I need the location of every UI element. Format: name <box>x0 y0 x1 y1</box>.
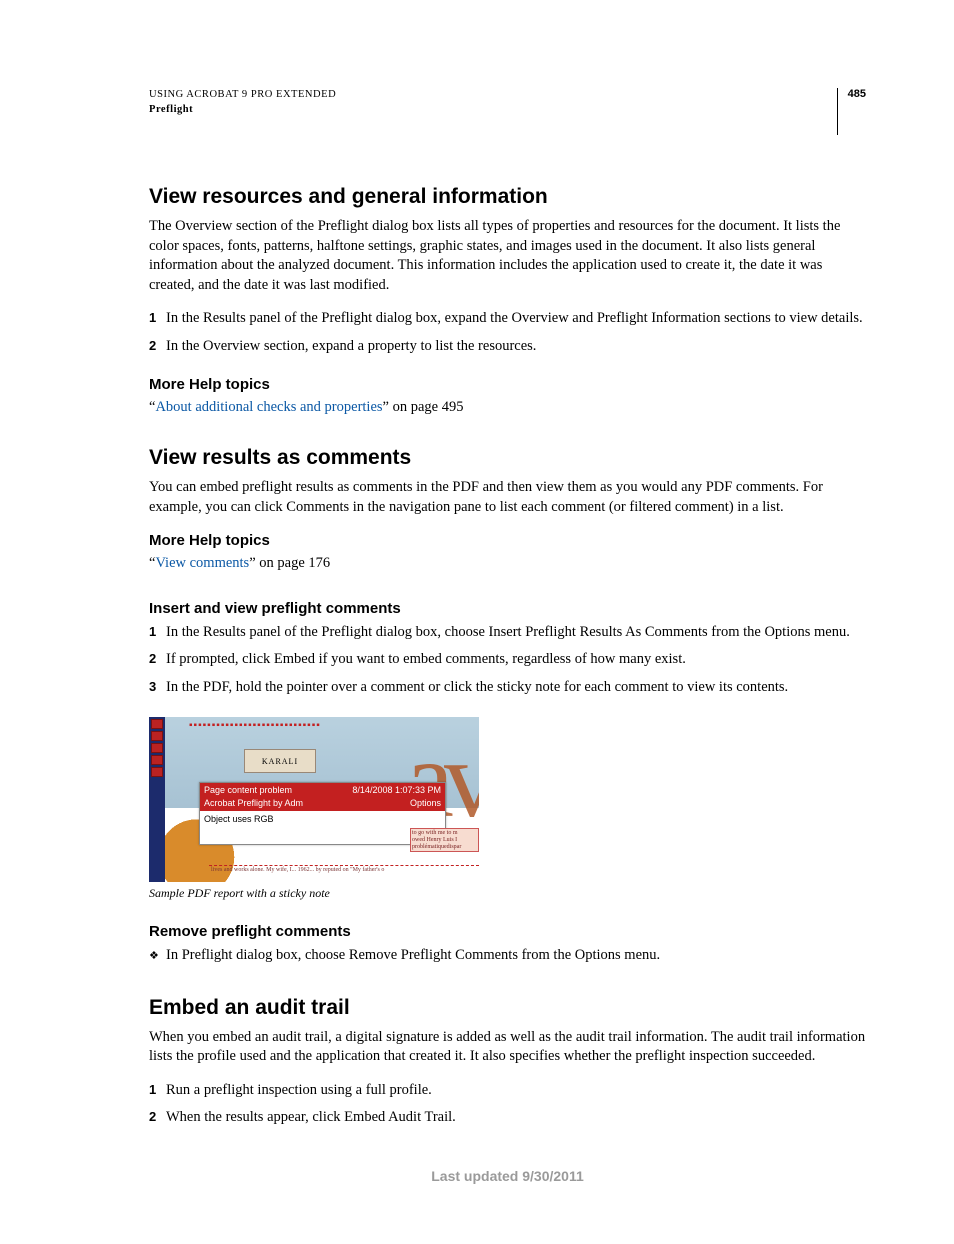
body-text: When you embed an audit trail, a digital… <box>149 1028 866 1067</box>
step-item: In the Results panel of the Preflight di… <box>149 309 866 329</box>
steps-list: Run a preflight inspection using a full … <box>149 1081 866 1128</box>
heading-view-resources: View resources and general information <box>149 185 866 209</box>
steps-list: In the Results panel of the Preflight di… <box>149 623 866 698</box>
header-doc-title: USING ACROBAT 9 PRO EXTENDED <box>149 88 837 103</box>
sample-pdf-figure: ▪▪▪▪▪▪▪▪▪▪▪▪▪▪▪▪▪▪▪▪▪▪▪▪▪▪▪▪▪ KARALI av … <box>149 717 479 882</box>
step-item: In the PDF, hold the pointer over a comm… <box>149 678 866 698</box>
xref-tail: ” on page 176 <box>249 555 330 571</box>
body-text: You can embed preflight results as comme… <box>149 478 866 517</box>
step-item: If prompted, click Embed if you want to … <box>149 650 866 670</box>
step-item: In the Overview section, expand a proper… <box>149 337 866 357</box>
step-item: When the results appear, click Embed Aud… <box>149 1108 866 1128</box>
popup-author: Acrobat Preflight by Adm <box>204 798 303 808</box>
figure-left-strip <box>149 717 165 882</box>
heading-view-results-comments: View results as comments <box>149 446 866 470</box>
sticky-note-popup: Page content problem 8/14/2008 1:07:33 P… <box>199 782 446 845</box>
header-left: USING ACROBAT 9 PRO EXTENDED Preflight <box>149 88 837 117</box>
more-help-heading: More Help topics <box>149 376 866 393</box>
figure-caption: Sample PDF report with a sticky note <box>149 886 866 901</box>
footer-updated: Last updated 9/30/2011 <box>149 1168 866 1184</box>
more-help-heading: More Help topics <box>149 532 866 549</box>
subheading-insert-view: Insert and view preflight comments <box>149 600 866 617</box>
header-section: Preflight <box>149 103 837 118</box>
section-view-results-comments: View results as comments You can embed p… <box>149 446 866 965</box>
steps-list: In the Results panel of the Preflight di… <box>149 309 866 356</box>
step-item: In the Results panel of the Preflight di… <box>149 623 866 643</box>
xref-tail: ” on page 495 <box>383 399 464 415</box>
heading-embed-audit: Embed an audit trail <box>149 996 866 1020</box>
xref-line: “About additional checks and properties”… <box>149 399 866 416</box>
popup-title: Page content problem <box>204 785 292 795</box>
popup-options: Options <box>410 798 441 808</box>
figure-logo-box: KARALI <box>244 749 316 773</box>
popup-content: Object uses RGB <box>200 811 445 844</box>
link-view-comments[interactable]: View comments <box>155 555 249 571</box>
xref-line: “View comments” on page 176 <box>149 555 866 572</box>
figure-bottom-text: lives and works alone. My wife, I... 196… <box>209 865 479 882</box>
bullet-item: In Preflight dialog box, choose Remove P… <box>149 946 866 966</box>
page: USING ACROBAT 9 PRO EXTENDED Preflight 4… <box>0 0 954 1244</box>
subheading-remove: Remove preflight comments <box>149 923 866 940</box>
step-item: Run a preflight inspection using a full … <box>149 1081 866 1101</box>
figure-top-marks: ▪▪▪▪▪▪▪▪▪▪▪▪▪▪▪▪▪▪▪▪▪▪▪▪▪▪▪▪▪ <box>189 720 321 731</box>
section-view-resources: View resources and general information T… <box>149 185 866 416</box>
page-header: USING ACROBAT 9 PRO EXTENDED Preflight 4… <box>149 88 866 135</box>
figure-side-text: to go with me to mowed Henry Luis Iprobl… <box>410 828 479 852</box>
popup-date: 8/14/2008 1:07:33 PM <box>352 785 441 795</box>
link-additional-checks[interactable]: About additional checks and properties <box>155 399 382 415</box>
page-number: 485 <box>837 88 866 135</box>
body-text: The Overview section of the Preflight di… <box>149 217 866 295</box>
section-embed-audit: Embed an audit trail When you embed an a… <box>149 996 866 1128</box>
